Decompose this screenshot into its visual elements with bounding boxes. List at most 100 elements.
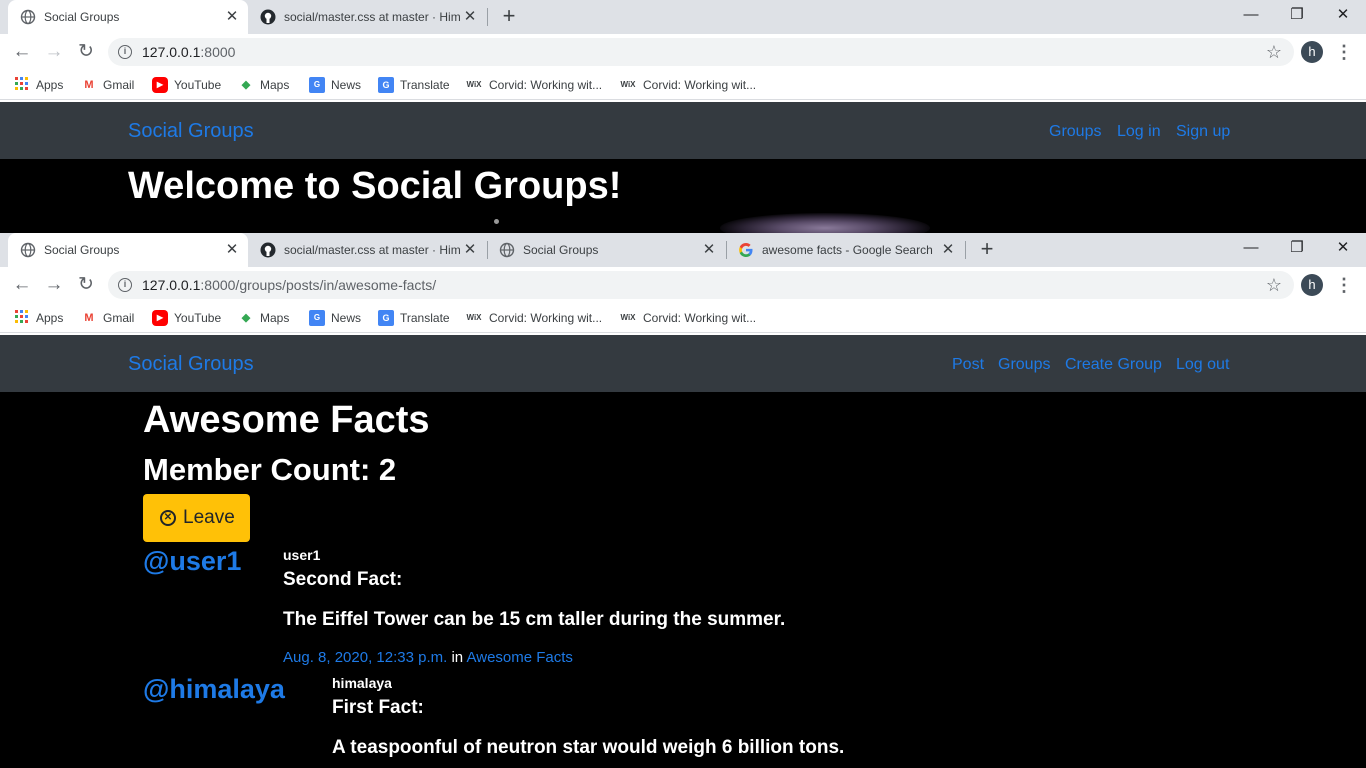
post-author-link[interactable]: @user1 <box>143 544 241 578</box>
reload-icon[interactable]: ↻ <box>74 40 98 64</box>
github-icon <box>260 242 276 258</box>
close-tab-icon[interactable]: ✕ <box>224 9 240 25</box>
bookmark-gmail[interactable]: M Gmail <box>81 309 134 327</box>
wix-icon: WiX <box>620 312 636 322</box>
post-title: First Fact: <box>332 697 424 718</box>
bookmark-news[interactable]: G News <box>309 309 361 327</box>
bookmark-corvid-1[interactable]: WiX Corvid: Working wit... <box>465 309 602 327</box>
member-count: Member Count: 2 <box>143 452 397 487</box>
nav-link-post[interactable]: Post <box>952 355 984 375</box>
bookmark-gmail[interactable]: M Gmail <box>81 76 134 94</box>
bookmark-translate[interactable]: G Translate <box>378 309 450 327</box>
bookmark-star-icon[interactable]: ☆ <box>1266 275 1282 295</box>
bookmark-corvid-1[interactable]: WiX Corvid: Working wit... <box>465 76 602 94</box>
bookmark-news[interactable]: G News <box>309 76 361 94</box>
bookmark-maps[interactable]: ◆ Maps <box>238 309 290 327</box>
new-tab-icon[interactable]: + <box>975 238 999 262</box>
close-tab-icon[interactable]: ✕ <box>462 242 478 258</box>
translate-icon: G <box>378 76 394 93</box>
wix-icon: WiX <box>620 79 636 89</box>
jumbotron-title: Welcome to Social Groups! <box>128 165 622 207</box>
close-tab-icon[interactable]: ✕ <box>701 242 717 258</box>
navbar-brand[interactable]: Social Groups <box>128 352 254 376</box>
post-username: user1 <box>283 547 321 563</box>
post-date-link[interactable]: Aug. 8, 2020, 12:33 p.m. <box>283 649 447 666</box>
url-text[interactable]: 127.0.0.1:8000/groups/posts/in/awesome-f… <box>142 277 436 293</box>
back-icon[interactable]: ← <box>10 273 34 297</box>
bookmark-apps[interactable]: Apps <box>14 309 63 327</box>
post-author-link[interactable]: @himalaya <box>143 672 285 706</box>
times-circle-icon: ✕ <box>160 510 176 526</box>
reload-icon[interactable]: ↻ <box>74 273 98 297</box>
nav-link-login[interactable]: Log in <box>1117 122 1161 142</box>
tab-title: Social Groups <box>44 10 120 24</box>
decorative-dot <box>494 219 499 224</box>
leave-button[interactable]: ✕ Leave <box>143 494 250 542</box>
tab-social-groups[interactable]: Social Groups ✕ <box>8 0 248 34</box>
tab-title: Social Groups <box>523 243 599 257</box>
tab-social-groups[interactable]: Social Groups ✕ <box>8 233 248 267</box>
bookmark-corvid-2[interactable]: WiX Corvid: Working wit... <box>619 76 756 94</box>
site-navbar: Social Groups Groups Log in Sign up <box>0 102 1366 159</box>
jumbotron: Welcome to Social Groups! <box>0 159 1366 234</box>
close-tab-icon[interactable]: ✕ <box>224 242 240 258</box>
tab-google-search[interactable]: awesome facts - Google Search ✕ <box>726 233 966 267</box>
post-body: The Eiffel Tower can be 15 cm taller dur… <box>283 609 786 630</box>
browser-window-back: Social Groups ✕ social/master.css at mas… <box>0 0 1366 234</box>
post-body: A teaspoonful of neutron star would weig… <box>332 737 845 758</box>
close-tab-icon[interactable]: ✕ <box>940 242 956 258</box>
nav-link-groups[interactable]: Groups <box>998 355 1050 375</box>
bookmark-translate[interactable]: G Translate <box>378 76 450 94</box>
back-icon[interactable]: ← <box>10 40 34 64</box>
close-window-icon[interactable]: ✕ <box>1328 235 1358 261</box>
tab-github[interactable]: social/master.css at master · Him ✕ <box>248 0 488 34</box>
wix-icon: WiX <box>466 312 482 322</box>
bookmark-youtube[interactable]: ▶ YouTube <box>152 76 221 94</box>
bookmark-apps[interactable]: Apps <box>14 76 63 94</box>
info-icon[interactable]: i <box>118 45 132 59</box>
url-text[interactable]: 127.0.0.1:8000 <box>142 44 235 60</box>
nav-link-create-group[interactable]: Create Group <box>1065 355 1162 375</box>
close-tab-icon[interactable]: ✕ <box>462 9 478 25</box>
tab-strip: Social Groups ✕ social/master.css at mas… <box>0 0 1366 34</box>
nav-link-groups[interactable]: Groups <box>1049 122 1101 142</box>
globe-icon <box>20 242 36 258</box>
minimize-icon[interactable]: — <box>1236 2 1266 28</box>
close-window-icon[interactable]: ✕ <box>1328 2 1358 28</box>
restore-icon[interactable]: ❐ <box>1282 2 1312 28</box>
apps-grid-icon <box>14 309 30 326</box>
google-icon <box>738 242 754 258</box>
profile-avatar[interactable]: h <box>1301 41 1323 63</box>
bookmark-maps[interactable]: ◆ Maps <box>238 76 290 94</box>
forward-icon[interactable]: → <box>42 40 66 64</box>
tab-title: social/master.css at master · Him <box>284 10 460 24</box>
address-bar[interactable]: i 127.0.0.1:8000 ☆ <box>108 38 1294 66</box>
wix-icon: WiX <box>466 79 482 89</box>
address-bar[interactable]: i 127.0.0.1:8000/groups/posts/in/awesome… <box>108 271 1294 299</box>
minimize-icon[interactable]: — <box>1236 235 1266 261</box>
tab-separator <box>487 8 488 26</box>
info-icon[interactable]: i <box>118 278 132 292</box>
tab-social-groups-2[interactable]: Social Groups ✕ <box>487 233 727 267</box>
new-tab-icon[interactable]: + <box>497 5 521 29</box>
post-group-link[interactable]: Awesome Facts <box>467 649 573 666</box>
profile-avatar[interactable]: h <box>1301 274 1323 296</box>
restore-icon[interactable]: ❐ <box>1282 235 1312 261</box>
news-icon: G <box>309 76 325 93</box>
tab-github[interactable]: social/master.css at master · Him ✕ <box>248 233 488 267</box>
youtube-icon: ▶ <box>152 76 168 93</box>
forward-icon[interactable]: → <box>42 273 66 297</box>
tab-separator <box>965 241 966 259</box>
nav-link-logout[interactable]: Log out <box>1176 355 1229 375</box>
bookmark-youtube[interactable]: ▶ YouTube <box>152 309 221 327</box>
bookmark-corvid-2[interactable]: WiX Corvid: Working wit... <box>619 309 756 327</box>
tab-title: awesome facts - Google Search <box>762 243 933 257</box>
post-meta: Aug. 8, 2020, 12:33 p.m. in Awesome Fact… <box>283 649 573 666</box>
menu-icon[interactable]: ⋮ <box>1334 273 1354 297</box>
bookmark-star-icon[interactable]: ☆ <box>1266 42 1282 62</box>
translate-icon: G <box>378 309 394 326</box>
gmail-icon: M <box>84 78 94 91</box>
menu-icon[interactable]: ⋮ <box>1334 40 1354 64</box>
navbar-brand[interactable]: Social Groups <box>128 119 254 143</box>
nav-link-signup[interactable]: Sign up <box>1176 122 1230 142</box>
